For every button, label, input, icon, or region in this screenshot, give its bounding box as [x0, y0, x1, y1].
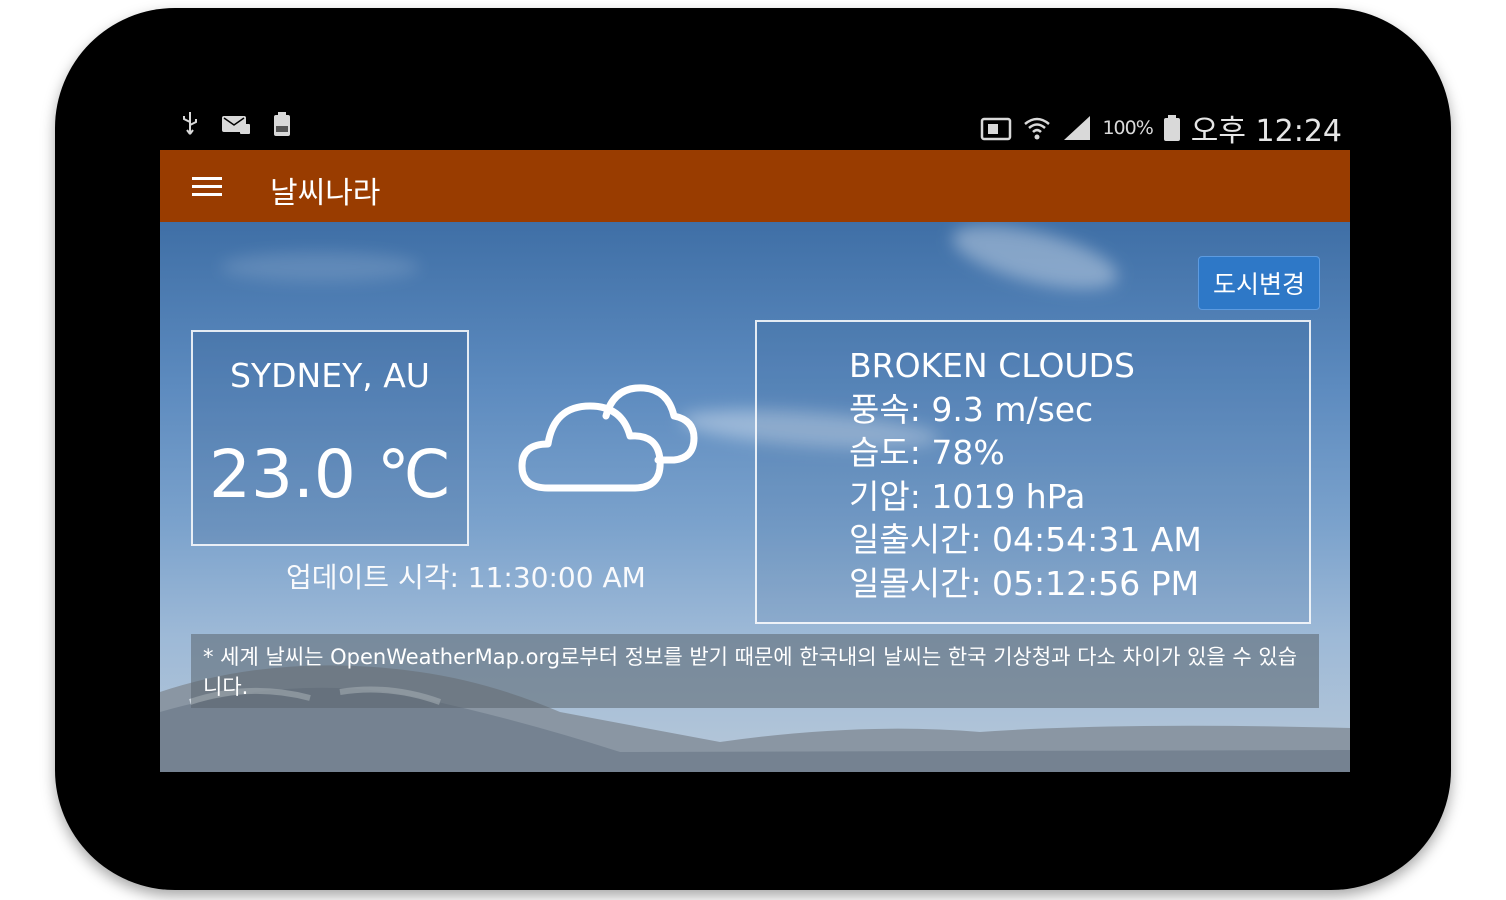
- device-screen: 100% 오후 12:24 날씨나라 도시변경 SYDNEY, AU 23.0 …: [160, 98, 1350, 772]
- sky-cloud: [946, 222, 1124, 302]
- sunrise-text: 일출시간: 04:54:31 AM: [849, 520, 1202, 559]
- nfc-icon: [981, 117, 1012, 141]
- battery-saver-icon: [274, 112, 290, 136]
- status-right-icons: 100% 오후 12:24: [980, 106, 1342, 150]
- battery-percent: 100%: [1102, 117, 1153, 139]
- temperature: 23.0 ℃: [208, 436, 452, 513]
- status-left-icons: [178, 110, 294, 138]
- hamburger-menu-icon[interactable]: [192, 177, 222, 197]
- data-source-notice: * 세계 날씨는 OpenWeatherMap.org로부터 정보를 받기 때문…: [191, 634, 1319, 708]
- message-icon: [222, 116, 250, 134]
- humidity-text: 습도: 78%: [849, 433, 1005, 472]
- sky-cloud: [220, 252, 420, 282]
- city-temperature-panel: SYDNEY, AU 23.0 ℃: [191, 330, 469, 546]
- sunset-text: 일몰시간: 05:12:56 PM: [849, 563, 1200, 603]
- app-title: 날씨나라: [270, 176, 381, 211]
- battery-icon: [1163, 115, 1180, 141]
- status-bar: 100% 오후 12:24: [160, 98, 1350, 150]
- app-bar: 날씨나라: [160, 150, 1350, 222]
- condition-text: BROKEN CLOUDS: [849, 346, 1135, 385]
- weather-details: BROKEN CLOUDS 풍속: 9.3 m/sec 습도: 78% 기압: …: [849, 344, 1202, 605]
- change-city-button[interactable]: 도시변경: [1198, 256, 1320, 310]
- pressure-text: 기압: 1019 hPa: [849, 476, 1086, 516]
- usb-icon: [183, 112, 197, 135]
- weather-content: 도시변경 SYDNEY, AU 23.0 ℃ 업데이트 시각: 11:30:00…: [160, 222, 1350, 772]
- city-name: SYDNEY, AU: [230, 356, 430, 395]
- status-time: 오후 12:24: [1190, 114, 1342, 149]
- wind-speed-text: 풍속: 9.3 m/sec: [849, 389, 1094, 429]
- signal-icon: [1064, 116, 1091, 140]
- weather-details-panel: BROKEN CLOUDS 풍속: 9.3 m/sec 습도: 78% 기압: …: [755, 320, 1311, 624]
- wifi-icon: [1024, 117, 1051, 140]
- broken-clouds-icon: [518, 384, 698, 492]
- update-time: 업데이트 시각: 11:30:00 AM: [286, 561, 646, 594]
